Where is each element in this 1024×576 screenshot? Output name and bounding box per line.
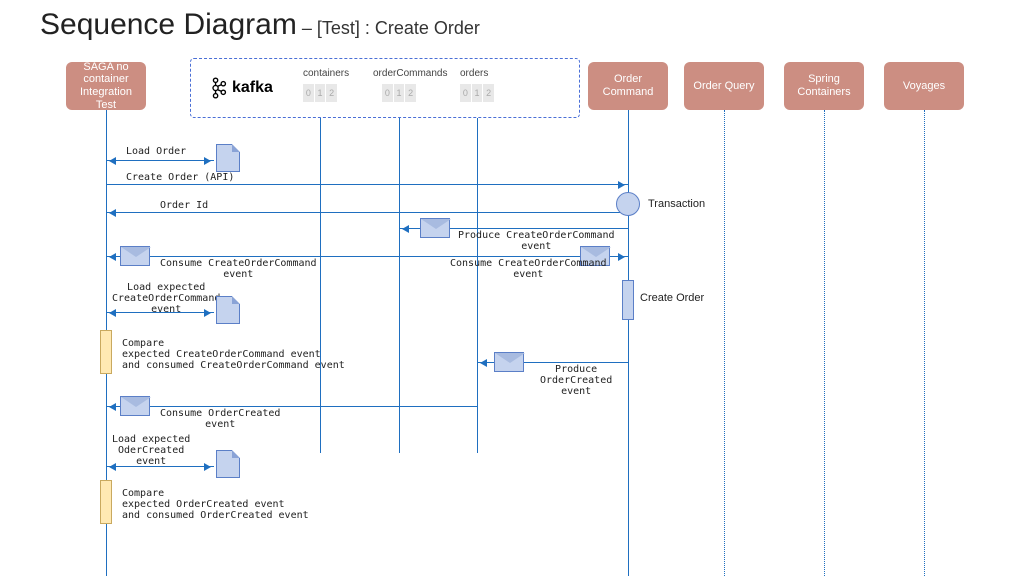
label-create-order-box: Create Order [640, 292, 704, 304]
label-consume-order-created: Consume OrderCreated event [160, 408, 280, 430]
envelope-icon [494, 352, 524, 372]
label-order-id: Order Id [160, 200, 208, 211]
topic-containers-partitions: 012 [303, 84, 337, 102]
activation-compare-oc [100, 480, 112, 524]
topic-orders-partitions: 012 [460, 84, 494, 102]
envelope-icon [120, 396, 150, 416]
kafka-logo-text: kafka [232, 79, 273, 97]
arrow-consume-order-created [106, 406, 477, 407]
label-compare-cmd: Compare expected CreateOrderCommand even… [122, 338, 345, 371]
note-icon [216, 144, 240, 172]
label-transaction: Transaction [648, 198, 705, 210]
label-produce-order-created: Produce OrderCreated event [540, 364, 612, 397]
participant-order-command: Order Command [588, 62, 668, 110]
arrow-order-id [106, 212, 628, 213]
arrow-create-order-api [106, 184, 628, 185]
label-load-order: Load Order [126, 146, 186, 157]
lifeline-order-query [724, 110, 725, 576]
topic-ordercommands-label: orderCommands [373, 68, 447, 79]
label-create-order-api: Create Order (API) [126, 172, 234, 183]
activation-compare-cmd [100, 330, 112, 374]
label-consume-cmd-order: Consume CreateOrderCommand event [450, 258, 607, 280]
lifeline-topic-orders [477, 118, 478, 453]
participant-saga: SAGA no container Integration Test [66, 62, 146, 110]
label-load-expected-cmd: Load expected CreateOrderCommand event [112, 282, 220, 315]
label-consume-cmd-saga: Consume CreateOrderCommand event [160, 258, 317, 280]
note-icon [216, 450, 240, 478]
participant-order-query: Order Query [684, 62, 764, 110]
label-compare-oc: Compare expected OrderCreated event and … [122, 488, 309, 521]
lifeline-voyages [924, 110, 925, 576]
topic-containers-label: containers [303, 68, 349, 79]
lifeline-order-command [628, 110, 629, 576]
arrow-load-order [106, 160, 214, 161]
title-sub: – [Test] : Create Order [297, 18, 480, 38]
lifeline-spring [824, 110, 825, 576]
topic-orders-label: orders [460, 68, 488, 79]
label-load-expected-oc: Load expected OderCreated event [112, 434, 190, 467]
diagram-title: Sequence Diagram – [Test] : Create Order [40, 8, 480, 42]
activation-create-order [622, 280, 634, 320]
kafka-logo: kafka [210, 76, 273, 100]
lifeline-topic-ordercommands [399, 118, 400, 453]
topic-ordercommands-partitions: 012 [382, 84, 416, 102]
lifeline-topic-containers [320, 118, 321, 453]
envelope-icon [120, 246, 150, 266]
participant-voyages: Voyages [884, 62, 964, 110]
sequence-diagram: Sequence Diagram – [Test] : Create Order… [0, 0, 1024, 576]
envelope-icon [420, 218, 450, 238]
participant-spring: Spring Containers [784, 62, 864, 110]
title-main: Sequence Diagram [40, 8, 297, 41]
kafka-icon [210, 76, 228, 100]
transaction-circle-icon [616, 192, 640, 216]
note-icon [216, 296, 240, 324]
